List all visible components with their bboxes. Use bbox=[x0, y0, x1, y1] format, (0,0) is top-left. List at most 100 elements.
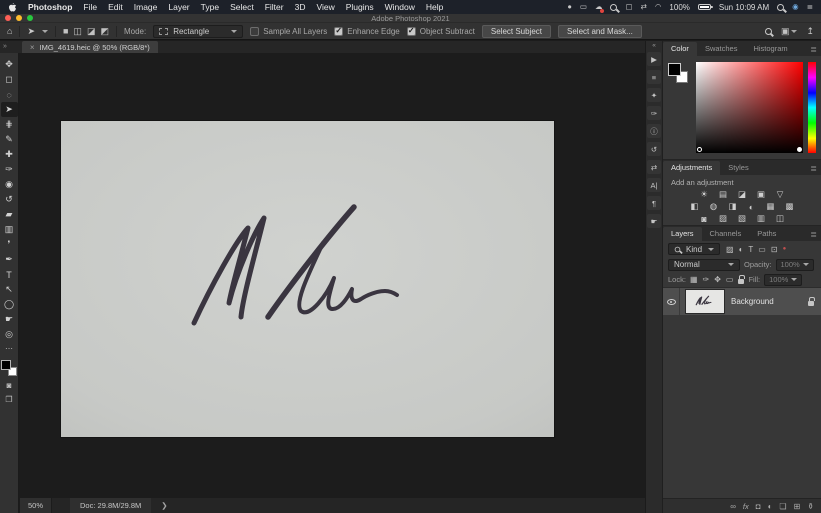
layer-thumbnail[interactable] bbox=[685, 289, 725, 314]
menu-layer[interactable]: Layer bbox=[168, 2, 189, 12]
hue-slider[interactable] bbox=[808, 62, 816, 153]
type-tool[interactable]: T bbox=[1, 267, 18, 282]
siri-icon[interactable]: ◉ bbox=[792, 0, 799, 14]
ellipse-tool[interactable]: ◯ bbox=[1, 297, 18, 312]
hue-saturation-icon[interactable]: ◧ bbox=[688, 201, 701, 212]
eyedropper-tool[interactable]: ✎ bbox=[1, 132, 18, 147]
hand-tool[interactable]: ☛ bbox=[1, 312, 18, 327]
menu-3d[interactable]: 3D bbox=[295, 2, 306, 12]
black-white-icon[interactable]: ◨ bbox=[726, 201, 739, 212]
home-icon[interactable]: ⌂ bbox=[7, 26, 12, 36]
sample-all-layers-checkbox[interactable] bbox=[250, 26, 260, 36]
history-brush-tool[interactable]: ↺ bbox=[1, 192, 18, 207]
layer-lock-icon[interactable] bbox=[808, 297, 815, 306]
menu-file[interactable]: File bbox=[83, 2, 97, 12]
add-layer-mask-icon[interactable]: ◘ bbox=[756, 502, 761, 511]
move-tool[interactable]: ✥ bbox=[1, 57, 18, 72]
threshold-icon[interactable]: ▧ bbox=[736, 213, 749, 224]
menu-window[interactable]: Window bbox=[385, 2, 415, 12]
current-tool-icon[interactable]: ➤ bbox=[27, 26, 35, 36]
object-subtract-option[interactable]: Object Subtract bbox=[406, 26, 475, 36]
menu-select[interactable]: Select bbox=[230, 2, 254, 12]
gradient-map-icon[interactable]: ▥ bbox=[755, 213, 768, 224]
spotlight-icon[interactable] bbox=[777, 3, 785, 11]
levels-icon[interactable]: ▤ bbox=[717, 189, 730, 200]
picker-handle[interactable] bbox=[697, 147, 702, 152]
tab-channels[interactable]: Channels bbox=[702, 227, 750, 241]
new-selection-icon[interactable]: ■ bbox=[63, 26, 68, 37]
panel-menu-icon[interactable]: ≣ bbox=[810, 164, 817, 175]
close-tab-icon[interactable]: × bbox=[30, 43, 35, 52]
menu-view[interactable]: View bbox=[316, 2, 334, 12]
screen-mode-button[interactable]: ❐ bbox=[5, 395, 12, 404]
menu-type[interactable]: Type bbox=[201, 2, 219, 12]
filter-adjustment-layers-icon[interactable]: ◐ bbox=[739, 245, 744, 254]
new-adjustment-layer-icon[interactable]: ◐ bbox=[768, 502, 773, 511]
fill-field[interactable]: 100% bbox=[764, 273, 803, 286]
learn-panel-icon[interactable]: ☛ bbox=[647, 214, 661, 228]
control-center-icon[interactable]: ≣ bbox=[807, 0, 813, 14]
search-icon[interactable] bbox=[764, 27, 772, 35]
new-layer-icon[interactable]: ⊞ bbox=[794, 502, 801, 511]
opacity-field[interactable]: 100% bbox=[775, 258, 814, 271]
zoom-level-field[interactable]: 50% bbox=[20, 498, 53, 513]
layer-name[interactable]: Background bbox=[731, 297, 808, 306]
lock-artboard-icon[interactable]: ▭ bbox=[726, 275, 734, 284]
saturation-brightness-picker[interactable] bbox=[696, 62, 803, 153]
info-panel-icon[interactable]: ⓘ bbox=[647, 124, 661, 138]
lock-image-pixels-icon[interactable]: ✑ bbox=[703, 275, 710, 284]
history-panel-icon[interactable]: ↺ bbox=[647, 142, 661, 156]
object-subtract-checkbox[interactable] bbox=[406, 26, 416, 36]
path-selection-tool[interactable]: ↖ bbox=[1, 282, 18, 297]
screen-mirroring-icon[interactable]: ▭ bbox=[580, 0, 587, 14]
menu-photoshop[interactable]: Photoshop bbox=[28, 2, 72, 12]
pen-tool[interactable]: ✒ bbox=[1, 252, 18, 267]
brush-tool[interactable]: ✑ bbox=[1, 162, 18, 177]
character-panel-icon[interactable]: A| bbox=[647, 178, 661, 192]
blur-tool[interactable]: ❜ bbox=[1, 237, 18, 252]
document-size-field[interactable]: Doc: 29.8M/29.8M bbox=[70, 498, 152, 513]
layer-row-background[interactable]: Background bbox=[663, 288, 821, 315]
invert-icon[interactable]: ◙ bbox=[698, 213, 711, 224]
zoom-menubar-icon[interactable] bbox=[610, 3, 618, 11]
lock-position-icon[interactable]: ✥ bbox=[714, 275, 721, 284]
link-layers-icon[interactable]: ∞ bbox=[730, 502, 736, 511]
clone-stamp-tool[interactable]: ◉ bbox=[1, 177, 18, 192]
subtract-from-selection-icon[interactable]: ◪ bbox=[87, 26, 96, 37]
universal-control-icon[interactable]: ⇄ bbox=[641, 0, 647, 14]
menu-image[interactable]: Image bbox=[134, 2, 158, 12]
menu-filter[interactable]: Filter bbox=[265, 2, 284, 12]
tab-swatches[interactable]: Swatches bbox=[697, 42, 746, 56]
signature-photo[interactable] bbox=[61, 121, 554, 437]
filter-pixel-layers-icon[interactable]: ▨ bbox=[726, 245, 734, 254]
posterize-icon[interactable]: ▨ bbox=[717, 213, 730, 224]
exposure-icon[interactable]: ▣ bbox=[755, 189, 768, 200]
enhance-edge-checkbox[interactable] bbox=[334, 26, 344, 36]
layer-effects-icon[interactable]: fx bbox=[743, 502, 749, 511]
tab-adjustments[interactable]: Adjustments bbox=[663, 161, 721, 175]
select-and-mask-button[interactable]: Select and Mask... bbox=[558, 24, 642, 38]
layer-visibility-cell[interactable] bbox=[663, 288, 680, 315]
panel-menu-icon[interactable]: ≣ bbox=[810, 45, 817, 56]
share-icon[interactable]: ↥ bbox=[806, 26, 814, 36]
adjustments-sliders-panel-icon[interactable]: ≡ bbox=[647, 70, 661, 84]
menu-clock[interactable]: Sun 10:09 AM bbox=[719, 3, 769, 12]
picker-handle[interactable] bbox=[797, 147, 802, 152]
color-balance-icon[interactable]: ◍ bbox=[707, 201, 720, 212]
tab-layers[interactable]: Layers bbox=[663, 227, 702, 241]
object-selection-tool[interactable]: ➤ bbox=[0, 102, 18, 117]
actions-panel-icon[interactable]: ▶ bbox=[647, 52, 661, 66]
selective-color-icon[interactable]: ◫ bbox=[774, 213, 787, 224]
tab-paths[interactable]: Paths bbox=[749, 227, 784, 241]
filter-shape-layers-icon[interactable]: ▭ bbox=[758, 245, 766, 254]
tab-color[interactable]: Color bbox=[663, 42, 697, 56]
intersect-selection-icon[interactable]: ◩ bbox=[100, 26, 109, 37]
menu-plugins[interactable]: Plugins bbox=[346, 2, 374, 12]
display-icon[interactable]: ▢ bbox=[625, 0, 632, 14]
foreground-color-swatch[interactable] bbox=[1, 360, 11, 370]
mode-select[interactable]: Rectangle bbox=[153, 24, 244, 38]
eraser-tool[interactable]: ▰ bbox=[1, 207, 18, 222]
select-subject-button[interactable]: Select Subject bbox=[481, 24, 552, 38]
brush-settings-panel-icon[interactable]: ✑ bbox=[647, 106, 661, 120]
apple-menu[interactable] bbox=[8, 2, 17, 12]
